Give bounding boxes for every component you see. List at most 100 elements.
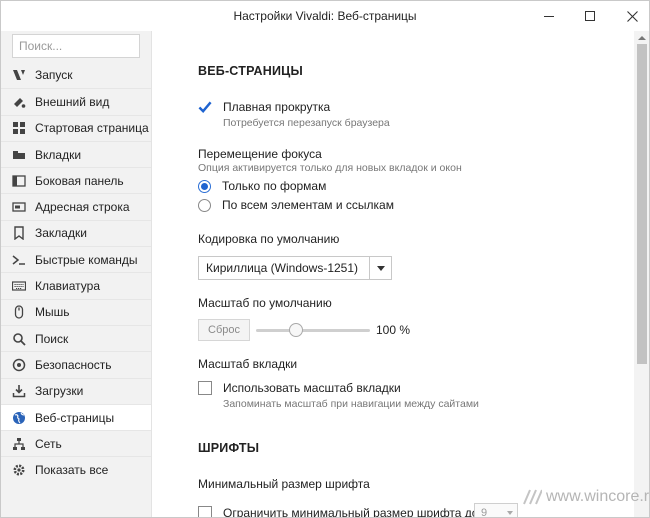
encoding-title: Кодировка по умолчанию [198, 232, 340, 246]
address-bar-icon [12, 200, 26, 214]
sidebar-item-label: Вкладки [35, 147, 82, 162]
downloads-icon [12, 384, 26, 398]
bookmark-icon [12, 226, 26, 241]
focus-option-label: По всем элементам и ссылкам [222, 198, 394, 212]
min-font-size-value: 9 [481, 507, 488, 518]
sidebar-item-bookmarks[interactable]: Закладки [1, 219, 151, 246]
keyboard-icon [12, 279, 26, 293]
smooth-scroll-checkbox[interactable] [198, 100, 212, 114]
sidebar-item-label: Безопасность [35, 357, 112, 372]
focus-title: Перемещение фокуса [198, 147, 322, 161]
sidebar-item-label: Адресная строка [35, 200, 130, 215]
sidebar-item-label: Внешний вид [35, 94, 110, 109]
settings-window: Настройки Vivaldi: Веб-страницы Запуск В… [0, 0, 650, 518]
title-bar: Настройки Vivaldi: Веб-страницы [1, 1, 649, 31]
sidebar-item-search[interactable]: Поиск [1, 324, 151, 351]
smooth-scroll-hint: Потребуется перезапуск браузера [223, 117, 390, 129]
sidebar-item-tabs[interactable]: Вкладки [1, 140, 151, 167]
appearance-icon [12, 95, 26, 109]
quick-commands-icon [12, 253, 26, 267]
search-input[interactable] [12, 34, 140, 58]
tab-zoom-checkbox[interactable] [198, 381, 212, 395]
sidebar-item-keyboard[interactable]: Клавиатура [1, 272, 151, 298]
sidebar-item-label: Веб-страницы [35, 410, 115, 425]
sidebar-item-side-panel[interactable]: Боковая панель [1, 167, 151, 193]
focus-hint: Опция активируется только для новых вкла… [198, 162, 462, 174]
security-icon [12, 358, 26, 372]
sidebar-item-label: Сеть [35, 436, 62, 451]
sidebar-item-network[interactable]: Сеть [1, 430, 151, 456]
search-icon [12, 332, 26, 346]
section-title-fonts: ШРИФТЫ [198, 441, 260, 455]
sidebar-item-label: Показать все [35, 463, 109, 478]
sidebar-item-quick-commands[interactable]: Быстрые команды [1, 246, 151, 272]
minimize-button[interactable] [526, 1, 572, 31]
zoom-slider[interactable] [256, 321, 370, 339]
zoom-slider-track [256, 329, 370, 332]
encoding-select[interactable]: Кириллица (Windows-1251) [198, 256, 392, 280]
tab-zoom-label: Использовать масштаб вкладки [223, 381, 401, 395]
close-button[interactable] [609, 1, 649, 31]
section-title-webpages: ВЕБ-СТРАНИЦЫ [198, 64, 303, 78]
side-panel-icon [12, 174, 26, 188]
smooth-scroll-label: Плавная прокрутка [223, 100, 331, 114]
maximize-icon [585, 11, 595, 21]
zoom-value: 100 % [376, 323, 411, 337]
min-font-checkbox[interactable] [198, 506, 212, 517]
tab-zoom-hint: Запоминать масштаб при навигации между с… [223, 398, 479, 410]
sidebar-item-start-page[interactable]: Стартовая страница [1, 114, 151, 141]
sidebar-item-startup[interactable]: Запуск [1, 62, 151, 88]
zoom-reset-button[interactable]: Сброс [198, 319, 250, 341]
sidebar-item-label: Быстрые команды [35, 252, 138, 267]
smooth-scroll-option[interactable]: Плавная прокрутка [198, 100, 330, 114]
minimize-icon [544, 15, 554, 17]
zoom-slider-thumb[interactable] [289, 323, 303, 337]
maximize-button[interactable] [567, 1, 613, 31]
encoding-value: Кириллица (Windows-1251) [206, 261, 359, 275]
tabs-icon [12, 148, 26, 162]
watermark: www.wincore.ru [520, 488, 650, 506]
sidebar-item-label: Боковая панель [35, 173, 124, 188]
startup-icon [12, 68, 26, 82]
chevron-down-icon [369, 257, 391, 279]
focus-option-label: Только по формам [222, 179, 327, 193]
sidebar-item-downloads[interactable]: Загрузки [1, 377, 151, 404]
checkmark-icon [198, 101, 212, 113]
sidebar-item-label: Клавиатура [35, 279, 100, 294]
min-font-title: Минимальный размер шрифта [198, 477, 370, 491]
sidebar-item-security[interactable]: Безопасность [1, 351, 151, 377]
sidebar-item-label: Поиск [35, 331, 69, 346]
sidebar-item-label: Закладки [35, 226, 87, 241]
sidebar-item-appearance[interactable]: Внешний вид [1, 88, 151, 114]
sidebar-item-webpages[interactable]: Веб-страницы [1, 403, 151, 431]
sidebar-item-show-all[interactable]: Показать все [1, 456, 151, 482]
min-font-label: Ограничить минимальный размер шрифта до [223, 506, 479, 518]
sidebar-item-label: Стартовая страница [35, 121, 149, 136]
sidebar-item-mouse[interactable]: Мышь [1, 298, 151, 325]
chevron-down-icon [503, 511, 517, 515]
tab-zoom-option[interactable]: Использовать масштаб вкладки [198, 381, 401, 395]
watermark-logo-icon [520, 489, 542, 505]
mouse-icon [12, 305, 26, 319]
watermark-text: www.wincore.ru [546, 488, 650, 505]
close-icon [626, 10, 638, 22]
start-page-icon [12, 121, 26, 135]
gear-icon [12, 463, 26, 477]
sidebar-item-label: Запуск [35, 68, 73, 83]
min-font-option[interactable]: Ограничить минимальный размер шрифта до [198, 506, 479, 518]
scrollbar-thumb[interactable] [637, 44, 647, 364]
focus-forms-radio[interactable] [198, 179, 211, 193]
focus-all-radio[interactable] [198, 198, 211, 212]
globe-icon [12, 411, 26, 425]
scroll-up-icon[interactable] [638, 36, 646, 40]
focus-option-all[interactable]: По всем элементам и ссылкам [198, 198, 394, 212]
settings-nav: Запуск Внешний вид Стартовая страница Вк… [1, 62, 151, 483]
min-font-size-select[interactable]: 9 [474, 503, 518, 518]
sidebar-item-address-bar[interactable]: Адресная строка [1, 193, 151, 219]
focus-option-forms[interactable]: Только по формам [198, 179, 326, 193]
vertical-scrollbar[interactable] [634, 31, 649, 517]
settings-content: ВЕБ-СТРАНИЦЫ Плавная прокрутка Потребует… [152, 31, 634, 518]
sidebar-item-label: Загрузки [35, 384, 84, 399]
network-icon [12, 437, 26, 451]
tab-zoom-title: Масштаб вкладки [198, 357, 298, 371]
